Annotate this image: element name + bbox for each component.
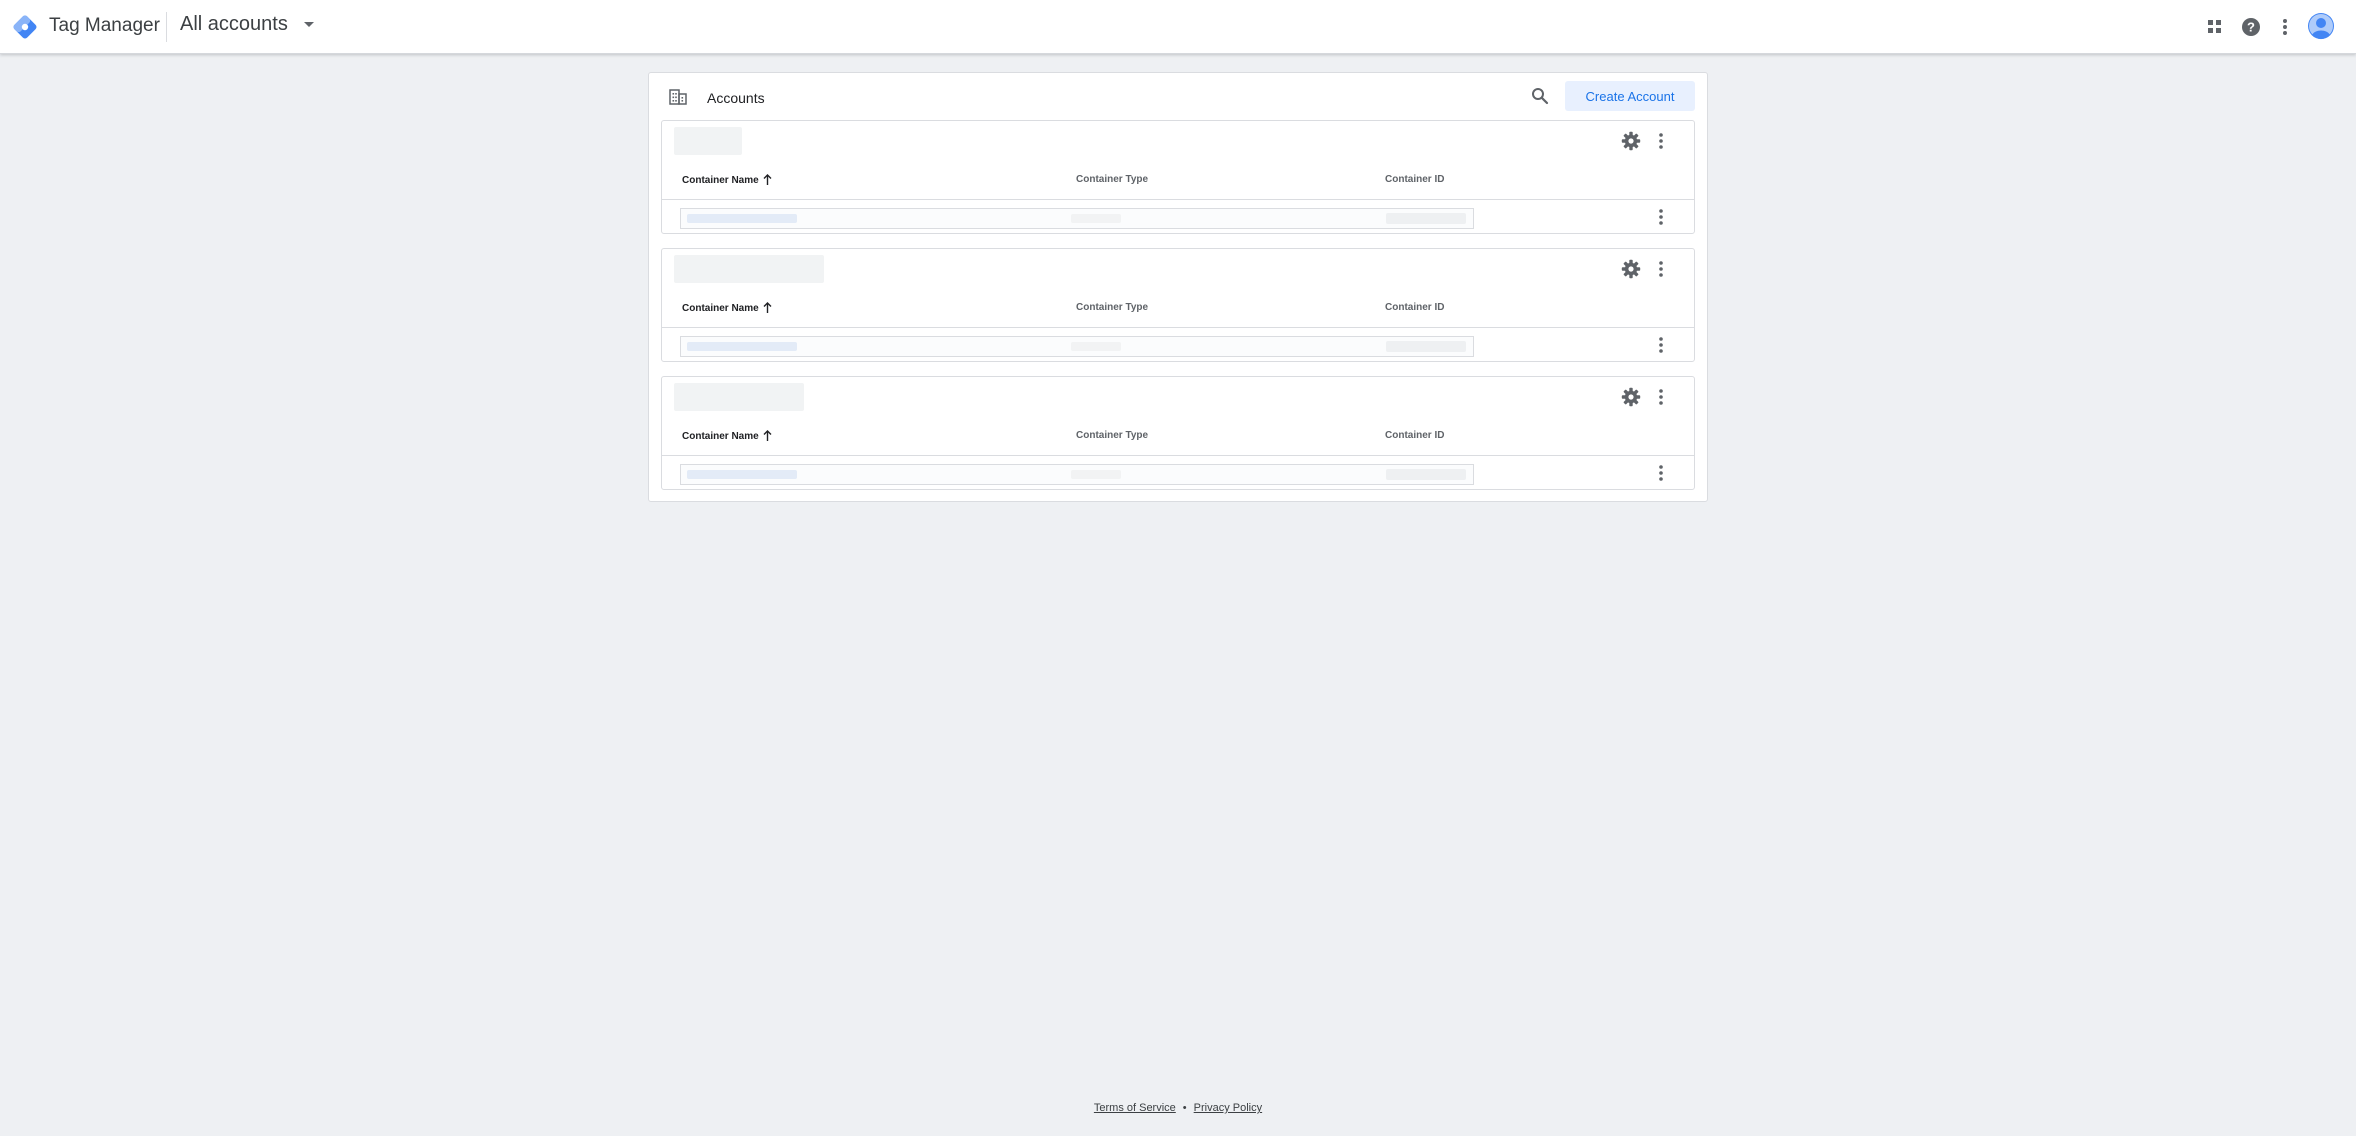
column-header-label: Container Name bbox=[682, 431, 759, 442]
account-panel: Container Name Container Type Container … bbox=[661, 120, 1695, 234]
container-type-redacted bbox=[1071, 470, 1121, 479]
top-app-bar: Tag Manager All accounts ? bbox=[0, 0, 2356, 54]
column-header-container-type[interactable]: Container Type bbox=[1076, 430, 1148, 441]
container-id-redacted bbox=[1386, 213, 1466, 224]
row-divider bbox=[662, 199, 1694, 200]
tag-manager-logo-icon[interactable] bbox=[12, 14, 38, 40]
column-header-container-id[interactable]: Container ID bbox=[1385, 430, 1444, 441]
header-divider bbox=[166, 12, 167, 42]
column-header-container-id[interactable]: Container ID bbox=[1385, 302, 1444, 313]
settings-gear-icon[interactable] bbox=[1621, 387, 1641, 412]
container-row-redacted[interactable] bbox=[680, 208, 1474, 229]
container-more-vert-icon[interactable] bbox=[1658, 336, 1664, 359]
accounts-card-header: Accounts Create Account bbox=[649, 73, 1707, 123]
accounts-card: Accounts Create Account Container Name C… bbox=[648, 72, 1708, 502]
building-icon bbox=[669, 89, 687, 110]
accounts-title: Accounts bbox=[707, 90, 765, 106]
more-vert-icon[interactable] bbox=[2273, 15, 2297, 39]
account-switcher[interactable]: All accounts bbox=[180, 13, 314, 36]
container-type-redacted bbox=[1071, 342, 1121, 351]
settings-gear-icon[interactable] bbox=[1621, 259, 1641, 284]
settings-gear-icon[interactable] bbox=[1621, 131, 1641, 156]
sort-ascending-icon bbox=[763, 174, 772, 188]
account-panel: Container Name Container Type Container … bbox=[661, 248, 1695, 362]
privacy-policy-link[interactable]: Privacy Policy bbox=[1194, 1102, 1262, 1114]
column-header-container-name[interactable]: Container Name bbox=[682, 174, 772, 188]
search-icon[interactable] bbox=[1531, 87, 1549, 110]
column-header-container-name[interactable]: Container Name bbox=[682, 430, 772, 444]
column-header-container-name[interactable]: Container Name bbox=[682, 302, 772, 316]
column-header-container-type[interactable]: Container Type bbox=[1076, 302, 1148, 313]
footer-separator: • bbox=[1182, 1102, 1187, 1114]
container-name-redacted bbox=[687, 214, 797, 223]
app-title[interactable]: Tag Manager bbox=[49, 15, 160, 37]
account-name-redacted[interactable] bbox=[674, 255, 824, 283]
dropdown-caret-icon bbox=[303, 22, 314, 27]
help-icon[interactable]: ? bbox=[2239, 15, 2263, 39]
account-more-vert-icon[interactable] bbox=[1658, 388, 1664, 411]
account-more-vert-icon[interactable] bbox=[1658, 260, 1664, 283]
column-header-container-id[interactable]: Container ID bbox=[1385, 174, 1444, 185]
container-type-redacted bbox=[1071, 214, 1121, 223]
sort-ascending-icon bbox=[763, 302, 772, 316]
create-account-button[interactable]: Create Account bbox=[1565, 81, 1695, 111]
row-divider bbox=[662, 455, 1694, 456]
container-name-redacted bbox=[687, 342, 797, 351]
container-more-vert-icon[interactable] bbox=[1658, 208, 1664, 231]
container-row-redacted[interactable] bbox=[680, 336, 1474, 357]
account-panel: Container Name Container Type Container … bbox=[661, 376, 1695, 490]
column-header-label: Container Name bbox=[682, 175, 759, 186]
account-avatar-icon[interactable] bbox=[2307, 12, 2335, 40]
container-id-redacted bbox=[1386, 341, 1466, 352]
container-row-redacted[interactable] bbox=[680, 464, 1474, 485]
container-id-redacted bbox=[1386, 469, 1466, 480]
container-name-redacted bbox=[687, 470, 797, 479]
account-name-redacted[interactable] bbox=[674, 383, 804, 411]
sort-ascending-icon bbox=[763, 430, 772, 444]
account-more-vert-icon[interactable] bbox=[1658, 132, 1664, 155]
account-name-redacted[interactable] bbox=[674, 127, 742, 155]
column-header-label: Container Name bbox=[682, 303, 759, 314]
row-divider bbox=[662, 327, 1694, 328]
terms-of-service-link[interactable]: Terms of Service bbox=[1094, 1102, 1176, 1114]
container-more-vert-icon[interactable] bbox=[1658, 464, 1664, 487]
column-header-container-type[interactable]: Container Type bbox=[1076, 174, 1148, 185]
account-switcher-label: All accounts bbox=[180, 13, 288, 35]
svg-text:?: ? bbox=[2247, 20, 2255, 35]
footer: Terms of Service • Privacy Policy bbox=[0, 1102, 2356, 1114]
apps-grid-icon[interactable] bbox=[2203, 15, 2227, 39]
